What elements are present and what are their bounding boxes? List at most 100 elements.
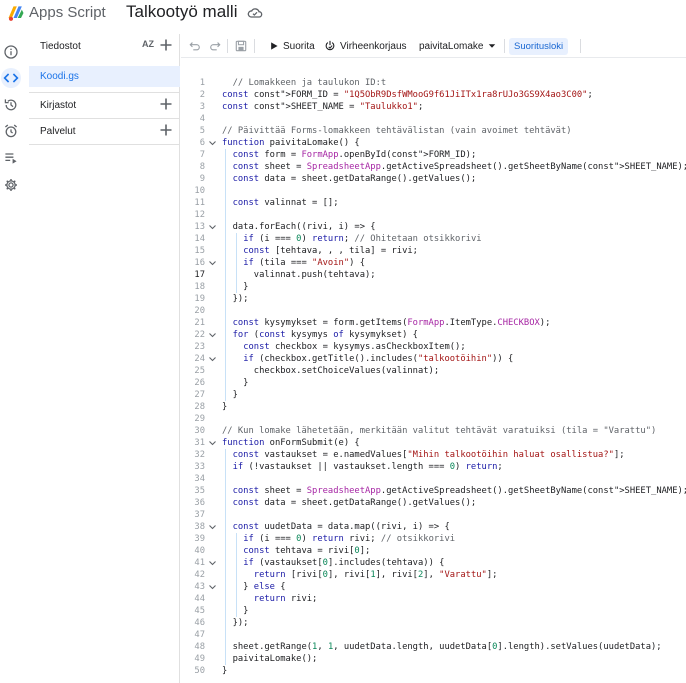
code-line[interactable]: 17 valinnat.push(tehtava); bbox=[181, 269, 686, 281]
code-line[interactable]: 1 // Lomakkeen ja taulukon ID:t bbox=[181, 77, 686, 89]
run-button[interactable]: Suorita bbox=[269, 38, 315, 54]
code-line[interactable]: 31 function onFormSubmit(e) { bbox=[181, 437, 686, 449]
code-line[interactable]: 46 }); bbox=[181, 617, 686, 629]
sort-az-button[interactable]: AZ bbox=[142, 39, 154, 49]
code-line[interactable]: 12 bbox=[181, 209, 686, 221]
executions-button[interactable] bbox=[1, 148, 21, 168]
line-number: 44 bbox=[194, 594, 205, 604]
code-line[interactable]: 27 } bbox=[181, 389, 686, 401]
code-line[interactable]: 18 } bbox=[181, 281, 686, 293]
undo-button[interactable] bbox=[189, 38, 201, 54]
code-line[interactable]: 30 // Kun lomake lähetetään, merkitään va… bbox=[181, 425, 686, 437]
code-line[interactable]: 36 const data = sheet.getDataRange().get… bbox=[181, 497, 686, 509]
file-item-koodi[interactable]: Koodi.gs bbox=[29, 66, 180, 87]
code-line[interactable]: 23 const checkbox = kysymys.asCheckboxIt… bbox=[181, 341, 686, 353]
code-line[interactable]: 33 if (!vastaukset || vastaukset.length … bbox=[181, 461, 686, 473]
code-text: // Päivittää Forms-lomakkeen tehtävälist… bbox=[222, 126, 572, 136]
fold-chevron-icon[interactable] bbox=[208, 257, 217, 269]
code-line[interactable]: 35 const sheet = SpreadsheetApp.getActiv… bbox=[181, 485, 686, 497]
add-service-icon[interactable] bbox=[159, 123, 173, 137]
code-line[interactable]: 45 } bbox=[181, 605, 686, 617]
code-line[interactable]: 15 const [tehtava, , , tila] = rivi; bbox=[181, 245, 686, 257]
code-line[interactable]: 34 bbox=[181, 473, 686, 485]
debug-icon bbox=[325, 40, 335, 51]
code-text: const form = FormApp.openById(const">FOR… bbox=[232, 150, 477, 160]
triggers-button[interactable] bbox=[1, 121, 21, 141]
code-line[interactable]: 5 // Päivittää Forms-lomakkeen tehtävälis… bbox=[181, 125, 686, 137]
code-line[interactable]: 11 const valinnat = []; bbox=[181, 197, 686, 209]
toolbar-separator bbox=[227, 39, 228, 53]
code-line[interactable]: 44 return rivi; bbox=[181, 593, 686, 605]
code-line[interactable]: 10 bbox=[181, 185, 686, 197]
app-header: Apps Script Talkootyö malli bbox=[0, 0, 686, 28]
code-line[interactable]: 32 const vastaukset = e.namedValues["Mih… bbox=[181, 449, 686, 461]
run-label: Suorita bbox=[283, 40, 315, 52]
line-number: 46 bbox=[194, 618, 205, 628]
code-line[interactable]: 40 const tehtava = rivi[0]; bbox=[181, 545, 686, 557]
overview-button[interactable] bbox=[1, 42, 21, 62]
fold-chevron-icon[interactable] bbox=[208, 137, 217, 149]
code-line[interactable]: 9 const data = sheet.getDataRange().getV… bbox=[181, 173, 686, 185]
save-button[interactable] bbox=[235, 38, 247, 54]
code-line[interactable]: 8 const sheet = SpreadsheetApp.getActive… bbox=[181, 161, 686, 173]
code-line[interactable]: 29 bbox=[181, 413, 686, 425]
code-text: const data = sheet.getDataRange().getVal… bbox=[232, 174, 477, 184]
debug-button[interactable]: Virheenkorjaus bbox=[324, 38, 407, 54]
code-line[interactable]: 41 if (vastaukset[0].includes(tehtava)) … bbox=[181, 557, 686, 569]
code-line[interactable]: 28} bbox=[181, 401, 686, 413]
code-line[interactable]: 6 function paivitaLomake() { bbox=[181, 137, 686, 149]
fold-chevron-icon[interactable] bbox=[208, 329, 217, 341]
editor-toolbar: Suorita Virheenkorjaus paivitaLomake Suo… bbox=[181, 34, 686, 58]
fold-chevron-icon[interactable] bbox=[208, 557, 217, 569]
code-line[interactable]: 20 bbox=[181, 305, 686, 317]
code-line[interactable]: 2 const const">FORM_ID = "1Q5ObR9DsfWMooG… bbox=[181, 89, 686, 101]
code-line[interactable]: 49 paivitaLomake(); bbox=[181, 653, 686, 665]
code-line[interactable]: 13 data.forEach((rivi, i) => { bbox=[181, 221, 686, 233]
code-line[interactable]: 4 bbox=[181, 113, 686, 125]
code-line[interactable]: 50} bbox=[181, 665, 686, 677]
code-line[interactable]: 38 const uudetData = data.map((rivi, i) … bbox=[181, 521, 686, 533]
alarm-clock-icon bbox=[4, 124, 18, 138]
line-number: 13 bbox=[194, 222, 205, 232]
code-line[interactable]: 22 for (const kysymys of kysymykset) { bbox=[181, 329, 686, 341]
code-text: function paivitaLomake() { bbox=[222, 138, 360, 148]
function-select[interactable]: paivitaLomake bbox=[419, 38, 497, 54]
redo-button[interactable] bbox=[209, 38, 221, 54]
line-number: 42 bbox=[194, 570, 205, 580]
code-line[interactable]: 24 if (checkbox.getTitle().includes("tal… bbox=[181, 353, 686, 365]
code-line[interactable]: 43 } else { bbox=[181, 581, 686, 593]
editor-button[interactable] bbox=[1, 68, 21, 88]
apps-script-logo-icon[interactable] bbox=[6, 3, 26, 23]
fold-chevron-icon[interactable] bbox=[208, 521, 217, 533]
add-library-icon[interactable] bbox=[159, 97, 173, 111]
code-line[interactable]: 48 sheet.getRange(1, 1, uudetData.length… bbox=[181, 641, 686, 653]
code-line[interactable]: 47 bbox=[181, 629, 686, 641]
line-number: 38 bbox=[194, 522, 205, 532]
code-line[interactable]: 39 if (i === 0) return rivi; // otsikkor… bbox=[181, 533, 686, 545]
code-line[interactable]: 7 const form = FormApp.openById(const">F… bbox=[181, 149, 686, 161]
code-line[interactable]: 25 checkbox.setChoiceValues(valinnat); bbox=[181, 365, 686, 377]
services-section-header[interactable]: Palvelut bbox=[29, 119, 180, 143]
project-title[interactable]: Talkootyö malli bbox=[126, 2, 238, 22]
code-line[interactable]: 3 const const">SHEET_NAME = "Taulukko1"; bbox=[181, 101, 686, 113]
libraries-section-header[interactable]: Kirjastot bbox=[29, 93, 180, 117]
fold-chevron-icon[interactable] bbox=[208, 221, 217, 233]
fold-chevron-icon[interactable] bbox=[208, 353, 217, 365]
line-number: 17 bbox=[194, 270, 205, 280]
fold-chevron-icon[interactable] bbox=[208, 437, 217, 449]
code-line[interactable]: 19 }); bbox=[181, 293, 686, 305]
line-number: 7 bbox=[199, 150, 205, 160]
code-line[interactable]: 26 } bbox=[181, 377, 686, 389]
execution-log-button[interactable]: Suoritusloki bbox=[509, 38, 569, 55]
code-line[interactable]: 21 const kysymykset = form.getItems(Form… bbox=[181, 317, 686, 329]
chevron-down-icon bbox=[489, 44, 496, 48]
code-line[interactable]: 16 if (tila === "Avoin") { bbox=[181, 257, 686, 269]
code-line[interactable]: 42 return [rivi[0], rivi[1], rivi[2], "V… bbox=[181, 569, 686, 581]
fold-chevron-icon[interactable] bbox=[208, 581, 217, 593]
code-line[interactable]: 37 bbox=[181, 509, 686, 521]
project-history-button[interactable] bbox=[1, 95, 21, 115]
code-line[interactable]: 14 if (i === 0) return; // Ohitetaan ots… bbox=[181, 233, 686, 245]
project-settings-button[interactable] bbox=[1, 175, 21, 195]
code-editor[interactable]: 1 // Lomakkeen ja taulukon ID:t 2 const co… bbox=[181, 74, 686, 683]
add-file-icon[interactable] bbox=[159, 38, 173, 52]
